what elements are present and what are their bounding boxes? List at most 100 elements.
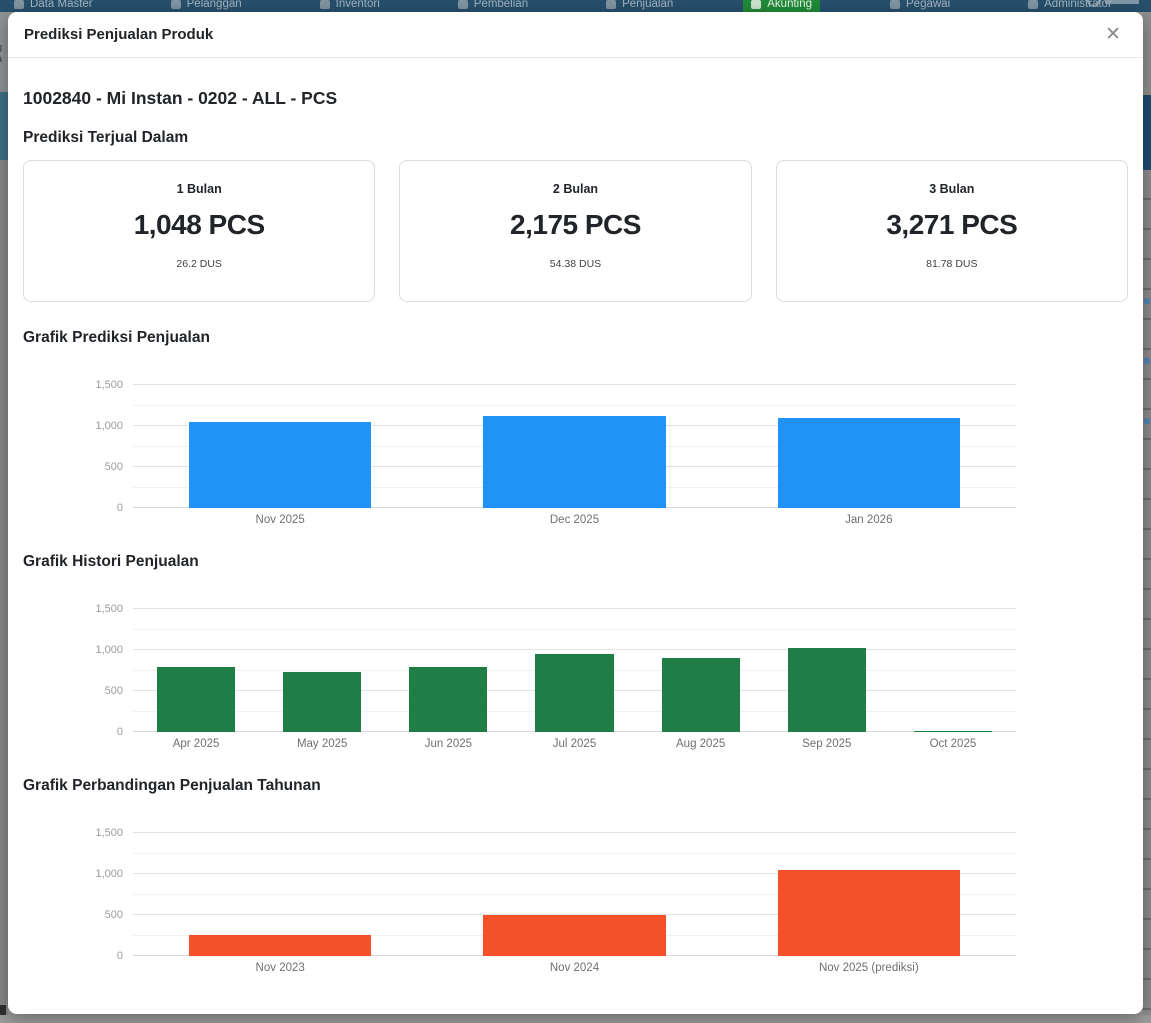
brand-wordmark [1105,0,1139,4]
nav-item-label: Akunting [767,0,812,10]
y-tick-label: 1,000 [95,420,123,432]
chart-bars [133,833,1016,956]
brand-ring-icon [1087,0,1100,7]
bar-slot [133,385,427,508]
y-tick-label: 1,000 [95,644,123,656]
nav-item-pembelian[interactable]: Pembelian [450,0,536,12]
y-tick-label: 0 [117,950,123,962]
bar [157,667,235,732]
y-tick-label: 500 [105,909,123,921]
yearly-comparison-chart: 05001,0001,500Nov 2023Nov 2024Nov 2025 (… [23,833,1016,974]
prediction-cards: 1 Bulan 1,048 PCS 26.2 DUS 2 Bulan 2,175… [23,160,1128,302]
card-period: 2 Bulan [553,182,598,196]
chart-plot-area: Nov 2025Dec 2025Jan 2026 [133,385,1016,526]
nav-item-inventori[interactable]: Inventori [312,0,388,12]
purchase-icon [458,0,468,9]
product-title: 1002840 - Mi Instan - 0202 - ALL - PCS [23,88,1128,109]
history-chart: 05001,0001,500Apr 2025May 2025Jun 2025Ju… [23,609,1016,750]
chart-x-labels: Nov 2025Dec 2025Jan 2026 [133,514,1016,526]
chart-y-axis: 05001,0001,500 [23,609,133,732]
bar [662,658,740,732]
bar-slot [511,609,637,732]
x-category-label: May 2025 [259,738,385,750]
bar [409,667,487,732]
chart-plot [133,385,1016,508]
background-content [0,160,8,1015]
bar [483,915,665,956]
bar-slot [638,609,764,732]
y-tick-label: 1,000 [95,868,123,880]
prediction-card-3-bulan: 3 Bulan 3,271 PCS 81.78 DUS [776,160,1128,302]
bar [535,654,613,732]
modal-body: 1002840 - Mi Instan - 0202 - ALL - PCS P… [8,88,1143,1000]
y-tick-label: 1,500 [95,827,123,839]
nav-item-label: Pembelian [474,0,528,10]
brand-logo [1087,0,1139,7]
x-category-label: Nov 2023 [133,962,427,974]
x-category-label: Apr 2025 [133,738,259,750]
bar-slot [890,609,1016,732]
row-icon [1144,418,1150,424]
bar-slot [427,833,721,956]
chart-bars [133,609,1016,732]
bar-slot [385,609,511,732]
modal-title: Prediksi Penjualan Produk [24,26,213,43]
card-value: 3,271 PCS [886,209,1017,241]
chart-bars [133,385,1016,508]
nav-item-label: Penjualan [622,0,673,10]
background-content [1143,12,1151,95]
bar [283,672,361,732]
nav-item-akunting[interactable]: Akunting [743,0,820,12]
x-category-label: Aug 2025 [638,738,764,750]
y-tick-label: 500 [105,461,123,473]
bar-slot [764,609,890,732]
nav-item-data-master[interactable]: Data Master [6,0,101,12]
bar-slot [133,609,259,732]
y-tick-label: 1,500 [95,603,123,615]
nav-item-label: Inventori [336,0,380,10]
x-category-label: Dec 2025 [427,514,721,526]
row-icon [1144,298,1150,304]
inventory-icon [320,0,330,9]
bar [189,422,371,508]
history-chart-title: Grafik Histori Penjualan [23,553,1128,571]
bar [189,935,371,956]
prediction-card-2-bulan: 2 Bulan 2,175 PCS 54.38 DUS [399,160,751,302]
nav-item-penjualan[interactable]: Penjualan [598,0,681,12]
background-panel [0,92,8,160]
y-tick-label: 1,500 [95,379,123,391]
prediction-card-1-bulan: 1 Bulan 1,048 PCS 26.2 DUS [23,160,375,302]
bar-slot [259,609,385,732]
top-navbar: Data Master Pelanggan Inventori Pembelian Pe… [0,0,1151,12]
background-left-edge: g a [0,12,8,1015]
chart-x-labels: Nov 2023Nov 2024Nov 2025 (prediksi) [133,962,1016,974]
nav-item-pelanggan[interactable]: Pelanggan [163,0,250,12]
x-category-label: Jan 2026 [722,514,1016,526]
card-value: 1,048 PCS [134,209,265,241]
admin-icon [1028,0,1038,9]
x-category-label: Oct 2025 [890,738,1016,750]
background-right-edge [1143,12,1151,1015]
bar [788,648,866,732]
chart-plot-area: Apr 2025May 2025Jun 2025Jul 2025Aug 2025… [133,609,1016,750]
nav-item-pegawai[interactable]: Pegawai [882,0,958,12]
background-content [0,1005,6,1015]
edge-text-fragment: a [0,54,2,64]
x-category-label: Jun 2025 [385,738,511,750]
nav-item-label: Pegawai [906,0,950,10]
master-icon [14,0,24,9]
nav-item-label: Pelanggan [187,0,242,10]
close-icon[interactable]: ✕ [1099,23,1127,46]
card-period: 1 Bulan [177,182,222,196]
employee-icon [890,0,900,9]
chart-plot [133,833,1016,956]
accounting-icon [751,0,761,9]
x-category-label: Nov 2025 [133,514,427,526]
y-tick-label: 500 [105,685,123,697]
bar [914,731,992,732]
edge-text-fragment: g [0,42,2,52]
bar-slot [722,833,1016,956]
bar-slot [133,833,427,956]
chart-y-axis: 05001,0001,500 [23,385,133,508]
card-sub-value: 81.78 DUS [926,258,977,270]
